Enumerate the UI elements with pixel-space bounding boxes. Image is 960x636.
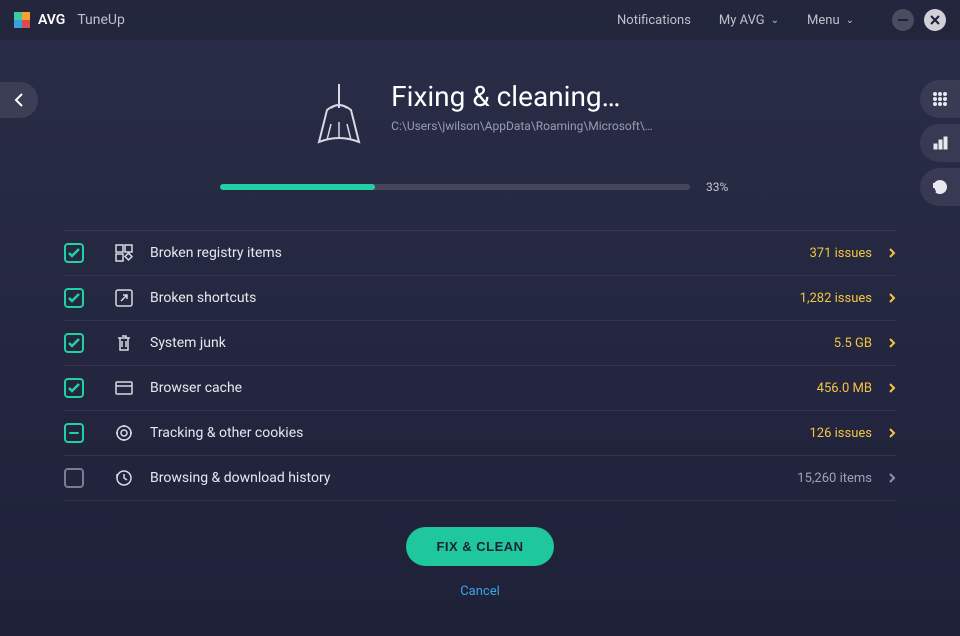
- brand-name: AVG: [38, 12, 65, 28]
- broom-icon: [307, 80, 371, 152]
- category-checkbox[interactable]: [64, 243, 84, 263]
- category-label: Broken registry items: [150, 245, 810, 261]
- current-path: C:\Users\jwilson\AppData\Roaming\Microso…: [391, 119, 653, 133]
- progress-bar: 33%: [220, 180, 740, 194]
- category-row[interactable]: Browser cache456.0 MB: [64, 366, 896, 411]
- category-checkbox[interactable]: [64, 378, 84, 398]
- progress-fill: [220, 184, 375, 190]
- category-checkbox[interactable]: [64, 468, 84, 488]
- expand-button[interactable]: [888, 424, 896, 443]
- expand-button[interactable]: [888, 379, 896, 398]
- category-count: 456.0 MB: [817, 381, 872, 396]
- app-logo: AVG TuneUp: [14, 12, 125, 28]
- category-label: Browsing & download history: [150, 470, 797, 486]
- product-name: TuneUp: [77, 12, 125, 28]
- stats-button[interactable]: [920, 124, 960, 162]
- cancel-link[interactable]: Cancel: [460, 584, 500, 599]
- undo-icon: [931, 178, 949, 196]
- close-icon: [930, 15, 940, 25]
- category-label: Browser cache: [150, 380, 817, 396]
- apps-button[interactable]: [920, 80, 960, 118]
- page-title: Fixing & cleaning…: [391, 80, 653, 113]
- category-checkbox[interactable]: [64, 288, 84, 308]
- progress-track: [220, 184, 690, 190]
- category-count: 371 issues: [810, 246, 873, 261]
- minimize-button[interactable]: [892, 9, 914, 31]
- browser-icon: [114, 378, 134, 398]
- my-avg-dropdown[interactable]: My AVG ⌄: [719, 13, 779, 28]
- expand-button[interactable]: [888, 289, 896, 308]
- expand-button[interactable]: [888, 469, 896, 488]
- trash-icon: [114, 333, 134, 353]
- menu-dropdown[interactable]: Menu ⌄: [807, 13, 854, 28]
- tracking-icon: [114, 423, 134, 443]
- category-count: 15,260 items: [797, 471, 872, 486]
- category-label: Tracking & other cookies: [150, 425, 810, 441]
- category-checkbox[interactable]: [64, 333, 84, 353]
- fix-clean-button[interactable]: FIX & CLEAN: [406, 527, 553, 566]
- notifications-link[interactable]: Notifications: [617, 13, 691, 28]
- hero: Fixing & cleaning… C:\Users\jwilson\AppD…: [64, 80, 896, 152]
- header-bar: AVG TuneUp Notifications My AVG ⌄ Menu ⌄: [0, 0, 960, 40]
- category-count: 1,282 issues: [800, 291, 872, 306]
- category-count: 5.5 GB: [834, 336, 872, 351]
- category-label: Broken shortcuts: [150, 290, 800, 306]
- window-controls: [892, 9, 946, 31]
- my-avg-label: My AVG: [719, 13, 765, 28]
- expand-button[interactable]: [888, 244, 896, 263]
- action-footer: FIX & CLEAN Cancel: [64, 527, 896, 599]
- progress-percent: 33%: [706, 180, 740, 194]
- back-button[interactable]: [0, 82, 38, 118]
- category-row[interactable]: Browsing & download history15,260 items: [64, 456, 896, 501]
- close-button[interactable]: [924, 9, 946, 31]
- category-row[interactable]: System junk5.5 GB: [64, 321, 896, 366]
- history-icon: [114, 468, 134, 488]
- category-row[interactable]: Broken shortcuts1,282 issues: [64, 276, 896, 321]
- side-panel: [920, 80, 960, 206]
- undo-button[interactable]: [920, 168, 960, 206]
- chevron-down-icon: ⌄: [846, 15, 854, 26]
- category-row[interactable]: Tracking & other cookies126 issues: [64, 411, 896, 456]
- category-label: System junk: [150, 335, 834, 351]
- avg-logo-icon: [14, 12, 30, 28]
- category-count: 126 issues: [810, 426, 873, 441]
- registry-icon: [114, 243, 134, 263]
- menu-label: Menu: [807, 13, 840, 28]
- bar-chart-icon: [932, 135, 948, 151]
- category-list: Broken registry items371 issuesBroken sh…: [64, 230, 896, 501]
- category-row[interactable]: Broken registry items371 issues: [64, 230, 896, 276]
- main-content: Fixing & cleaning… C:\Users\jwilson\AppD…: [0, 40, 960, 599]
- chevron-down-icon: ⌄: [771, 15, 779, 26]
- category-checkbox[interactable]: [64, 423, 84, 443]
- minimize-icon: [898, 19, 908, 21]
- grid-icon: [932, 91, 948, 107]
- shortcut-icon: [114, 288, 134, 308]
- notifications-label: Notifications: [617, 13, 691, 28]
- back-icon: [14, 92, 24, 108]
- expand-button[interactable]: [888, 334, 896, 353]
